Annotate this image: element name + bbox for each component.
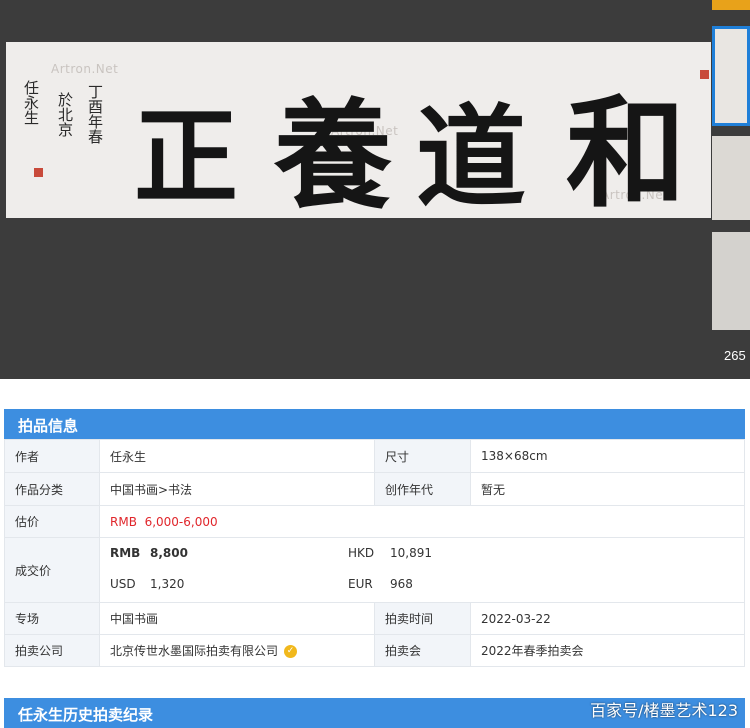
deal-rmb-label: RMB xyxy=(110,546,141,560)
section-header-lot-info: 拍品信息 xyxy=(4,409,745,439)
artwork-image[interactable]: Artron.Net Artron.Net Artron.Net 任永生 於北京… xyxy=(6,42,711,218)
company-name[interactable]: 北京传世水墨国际拍卖有限公司 xyxy=(110,644,278,658)
watermark: Artron.Net xyxy=(51,62,119,76)
source-credit: 百家号/楮墨艺术123 xyxy=(590,701,738,720)
section-title: 拍品信息 xyxy=(18,417,79,435)
sale-label: 拍卖会 xyxy=(374,634,471,667)
deal-price-label: 成交价 xyxy=(4,537,100,603)
category-value[interactable]: 中国书画>书法 xyxy=(99,472,375,506)
author-label: 作者 xyxy=(4,439,100,473)
year-value: 暂无 xyxy=(470,472,745,506)
inscription-date: 丁酉年春 xyxy=(86,84,104,144)
year-label: 创作年代 xyxy=(374,472,471,506)
viewer-top-strip xyxy=(0,0,712,42)
company-label: 拍卖公司 xyxy=(4,634,100,667)
thumbnail-strip xyxy=(712,0,750,379)
section-title: 任永生历史拍卖纪录 xyxy=(18,706,154,724)
thumbnail-active[interactable] xyxy=(712,26,750,126)
estimate-amount: 6,000-6,000 xyxy=(144,514,218,529)
seal-stamp xyxy=(700,70,709,79)
inscription-place: 於北京 xyxy=(56,92,74,137)
lot-info-table: 作者 任永生 尺寸 138×68cm 作品分类 中国书画>书法 创作年代 暂无 … xyxy=(4,439,745,667)
size-label: 尺寸 xyxy=(374,439,471,473)
inscription-signature: 任永生 xyxy=(22,80,40,125)
deal-hkd-value: 10,891 xyxy=(390,546,432,560)
author-value[interactable]: 任永生 xyxy=(99,439,375,473)
deal-rmb-value: 8,800 xyxy=(150,546,188,560)
calligraphy-char: 正 xyxy=(134,95,239,218)
deal-usd-value: 1,320 xyxy=(150,577,185,591)
date-label: 拍卖时间 xyxy=(374,602,471,635)
sale-value[interactable]: 2022年春季拍卖会 xyxy=(470,634,745,667)
verified-badge-icon: ✓ xyxy=(284,645,298,658)
session-label: 专场 xyxy=(4,602,100,635)
estimate-value: RMB 6,000-6,000 xyxy=(99,505,745,538)
company-value[interactable]: 北京传世水墨国际拍卖有限公司 ✓ xyxy=(99,634,375,667)
calligraphy-char: 和 xyxy=(566,83,686,218)
deal-hkd-label: HKD xyxy=(348,546,375,560)
session-value[interactable]: 中国书画 xyxy=(99,602,375,635)
thumbnail[interactable] xyxy=(712,0,750,10)
image-viewer: Artron.Net Artron.Net Artron.Net 任永生 於北京… xyxy=(0,0,750,379)
deal-eur-value: 968 xyxy=(390,577,413,591)
deal-eur-label: EUR xyxy=(348,577,373,591)
deal-usd-label: USD xyxy=(110,577,136,591)
estimate-label: 估价 xyxy=(4,505,100,538)
thumbnail[interactable] xyxy=(712,136,750,220)
thumbnail[interactable] xyxy=(712,232,750,330)
seal-stamp xyxy=(34,168,43,177)
category-label: 作品分类 xyxy=(4,472,100,506)
image-count: 265 xyxy=(724,348,746,363)
deal-price-values: RMB 8,800 HKD 10,891 USD 1,320 EUR 968 xyxy=(99,537,745,603)
date-value: 2022-03-22 xyxy=(470,602,745,635)
estimate-currency: RMB xyxy=(110,514,137,529)
size-value: 138×68cm xyxy=(470,439,745,473)
calligraphy-char: 養 xyxy=(274,86,393,218)
calligraphy-char: 道 xyxy=(416,93,526,218)
